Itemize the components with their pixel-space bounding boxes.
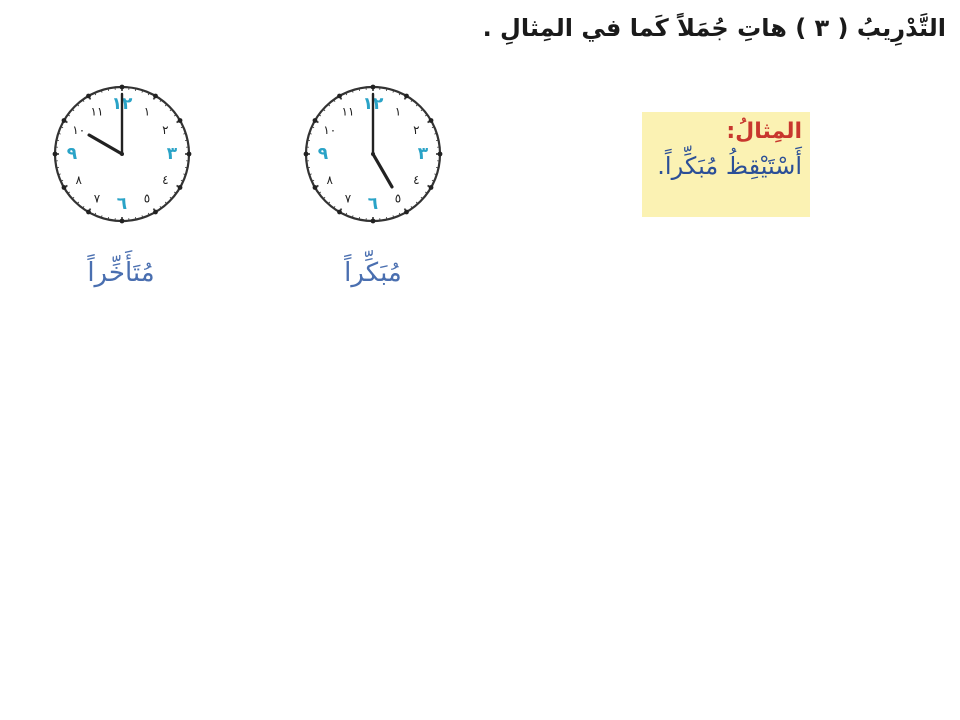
clock-numeral: ٣ [167,144,178,164]
minute-tick [386,217,388,220]
clock-numeral: ١٠ [72,123,85,137]
hour-dot [337,93,342,99]
hour-dot [86,93,91,99]
hour-dot [428,185,434,190]
clock-numeral: ١ [144,105,150,119]
hour-dot [153,93,158,99]
clock-numeral: ٥ [144,191,150,205]
clock-numeral: ٧ [345,191,352,205]
minute-tick [135,88,137,91]
hour-dot [119,218,125,224]
minute-tick [56,139,59,141]
minute-tick [386,88,388,91]
clock-numeral: ٩ [67,144,78,164]
minute-tick [307,167,310,169]
clock-numeral: ٨ [326,173,333,187]
hour-dot [153,209,158,215]
clock-late-icon: ١٢ ١٢٣٤٥٦٧٨٩١٠١١ [52,84,192,224]
hour-dot [186,151,192,157]
hour-dot [177,118,183,123]
hour-dot [437,151,443,157]
minute-tick [358,217,360,220]
clock-numeral: ١١ [342,105,355,119]
example-label: المِثالُ: [726,119,802,144]
example-sentence: أَسْتَيْقِظُ مُبَكِّراً. [657,152,802,180]
clock-numeral: ٢ [162,123,168,137]
minute-tick [135,217,137,220]
clock-center [120,152,124,156]
clock-numeral: ٣ [418,144,429,164]
minute-tick [185,167,188,169]
clock-numeral: ٤ [413,173,419,187]
clock-numeral: ٦ [117,194,127,214]
clock-numeral: ١ [395,105,401,119]
hour-dot [52,151,58,157]
minute-tick [436,139,439,141]
hour-dot [61,118,67,123]
hour-dot [61,185,67,190]
hour-dot [119,84,125,90]
hour-dot [312,118,318,123]
minute-tick [307,139,310,141]
clock-center [371,152,375,156]
clock-numeral: ٩ [318,144,329,164]
hour-dot [370,84,376,90]
clock-numeral: ١١ [91,105,104,119]
example-box: المِثالُ: أَسْتَيْقِظُ مُبَكِّراً. [642,112,810,217]
clock-numeral: ١٠ [323,123,336,137]
clock-numeral: ٤ [162,173,168,187]
hour-dot [177,185,183,190]
hour-dot [86,209,91,215]
minute-tick [107,88,109,91]
hour-dot [428,118,434,123]
clock-numeral: ٥ [395,191,401,205]
minute-tick [436,167,439,169]
exercise-title: التَّدْرِيبُ ( ٣ ) هاتِ جُمَلاً كَما في … [482,14,946,42]
hour-dot [404,209,409,215]
clock-numeral: ٨ [75,173,82,187]
minute-tick [107,217,109,220]
clock-numeral: ٦ [368,194,378,214]
minute-tick [358,88,360,91]
hour-dot [303,151,309,157]
clock-numeral: ٧ [94,191,101,205]
hour-dot [370,218,376,224]
hour-dot [312,185,318,190]
caption-early: مُبَكِّراً [344,258,402,288]
clock-numeral: ٢ [413,123,419,137]
minute-tick [56,167,59,169]
clock-early-icon: ١٢ ١٢٣٤٥٦٧٨٩١٠١١ [303,84,443,224]
caption-late: مُتَأَخِّراً [87,258,155,288]
hour-dot [337,209,342,215]
minute-tick [185,139,188,141]
hour-dot [404,93,409,99]
